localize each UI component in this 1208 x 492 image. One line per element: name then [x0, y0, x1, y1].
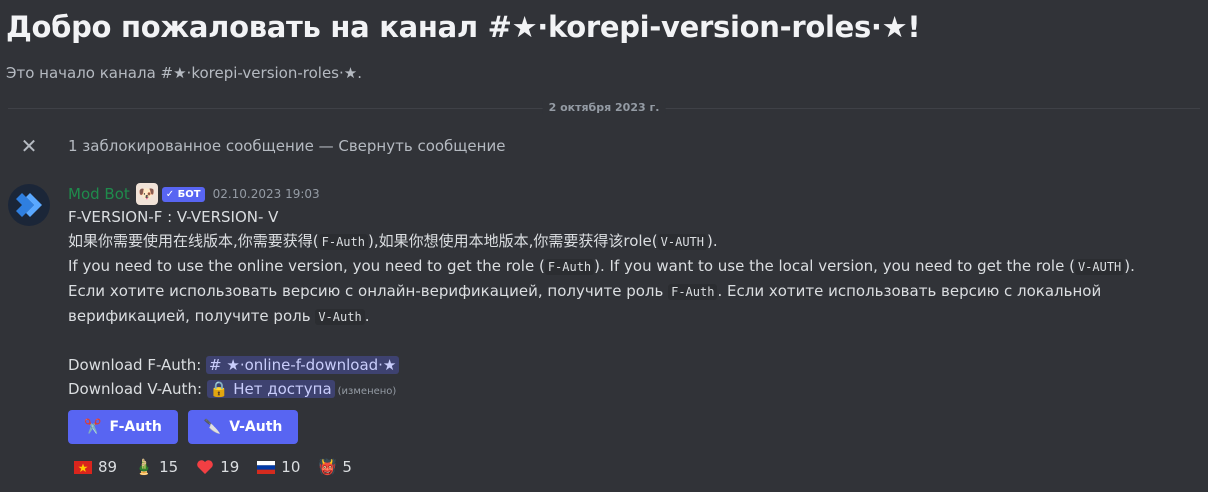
heart-icon — [196, 458, 214, 476]
reactions: 89 🎍 15 19 10 👹 5 — [74, 458, 1204, 476]
reaction-russia[interactable]: 10 — [257, 458, 300, 476]
en-text-c: ). — [1124, 257, 1135, 275]
channel-welcome-title: Добро пожаловать на канал #★·korepi-vers… — [6, 10, 921, 44]
download-v-line: Download V-Auth: 🔒 Нет доступа (изменено) — [68, 377, 1204, 404]
message: Mod Bot 🐶 ✓ БОТ 02.10.2023 19:03 F-VERSI… — [68, 183, 1204, 476]
reaction-count: 10 — [281, 458, 301, 476]
author-name[interactable]: Mod Bot — [68, 185, 130, 203]
inline-code: V-Auth — [315, 309, 365, 325]
v-auth-button[interactable]: 🔪 V-Auth — [187, 410, 299, 444]
collapse-message-link[interactable]: Свернуть сообщение — [338, 137, 505, 155]
russia-flag-icon — [257, 458, 276, 476]
channel-mention-no-access[interactable]: 🔒 Нет доступа — [206, 380, 335, 398]
blocked-messages-text: 1 заблокированное сообщение — Свернуть с… — [68, 137, 505, 155]
reaction-count: 89 — [98, 458, 118, 476]
en-text-b: ). If you want to use the local version,… — [594, 257, 1075, 275]
inline-code: F-Auth — [544, 259, 595, 275]
reaction-count: 5 — [342, 458, 352, 476]
close-icon[interactable]: ✕ — [12, 129, 46, 163]
reaction-bamboo[interactable]: 🎍 15 — [135, 458, 178, 476]
ru-text-a: Если хотите использовать версию с онлайн… — [68, 282, 669, 300]
version-line: F-VERSION-F : V-VERSION- V — [68, 208, 279, 226]
f-auth-button[interactable]: ✂️ F-Auth — [68, 410, 178, 444]
blocked-count-label: 1 заблокированное сообщение — — [68, 137, 339, 155]
bot-badge: ✓ БОТ — [161, 186, 205, 202]
inline-code: F-Auth — [668, 284, 718, 300]
vietnam-flag-icon — [74, 458, 92, 476]
channel-welcome-subtitle: Это начало канала #★·korepi-version-role… — [6, 64, 362, 82]
scissors-icon: ✂️ — [84, 419, 102, 435]
ru-text-c: . — [364, 307, 370, 325]
download-f-line: Download F-Auth: # ★·online-f-download·★ — [68, 353, 1204, 377]
message-header: Mod Bot 🐶 ✓ БОТ 02.10.2023 19:03 — [68, 183, 1204, 205]
date-divider-label: 2 октября 2023 г. — [542, 101, 666, 114]
blocked-messages-bar: ✕ 1 заблокированное сообщение — Свернуть… — [12, 128, 1208, 164]
avatar[interactable] — [8, 184, 50, 226]
reaction-ogre[interactable]: 👹 5 — [318, 458, 352, 476]
zh-text-b: ),如果你想使用本地版本,你需要获得该role( — [367, 232, 658, 250]
inline-code: V-AUTH — [1074, 259, 1125, 275]
download-v-label: Download V-Auth: — [68, 380, 207, 398]
bot-logo-icon — [16, 193, 42, 217]
ogre-icon: 👹 — [318, 458, 337, 476]
inline-code: F-Auth — [318, 234, 368, 250]
f-auth-button-label: F-Auth — [109, 419, 162, 435]
en-text-a: If you need to use the online version, y… — [68, 257, 545, 275]
reaction-count: 19 — [220, 458, 240, 476]
zh-text-a: 如果你需要使用在线版本,你需要获得( — [68, 232, 319, 250]
russian-instructions: Если хотите использовать версию с онлайн… — [68, 279, 1204, 329]
download-f-label: Download F-Auth: — [68, 356, 207, 374]
knife-icon: 🔪 — [203, 419, 222, 435]
inline-code: V-AUTH — [657, 234, 707, 250]
reaction-count: 15 — [159, 458, 179, 476]
message-timestamp[interactable]: 02.10.2023 19:03 — [213, 187, 320, 201]
chinese-instructions: 如果你需要使用在线版本,你需要获得(F-Auth),如果你想使用本地版本,你需要… — [68, 229, 1204, 254]
reaction-heart[interactable]: 19 — [196, 458, 239, 476]
edited-label: (изменено) — [337, 386, 397, 397]
author-decoration-icon: 🐶 — [135, 183, 158, 205]
english-instructions: If you need to use the online version, y… — [68, 254, 1204, 279]
zh-text-c: ). — [707, 232, 718, 250]
reaction-vietnam[interactable]: 89 — [74, 458, 117, 476]
bamboo-icon: 🎍 — [134, 458, 154, 476]
role-buttons: ✂️ F-Auth 🔪 V-Auth — [68, 410, 1204, 444]
channel-mention-online-f-download[interactable]: # ★·online-f-download·★ — [206, 356, 400, 374]
v-auth-button-label: V-Auth — [229, 419, 283, 435]
